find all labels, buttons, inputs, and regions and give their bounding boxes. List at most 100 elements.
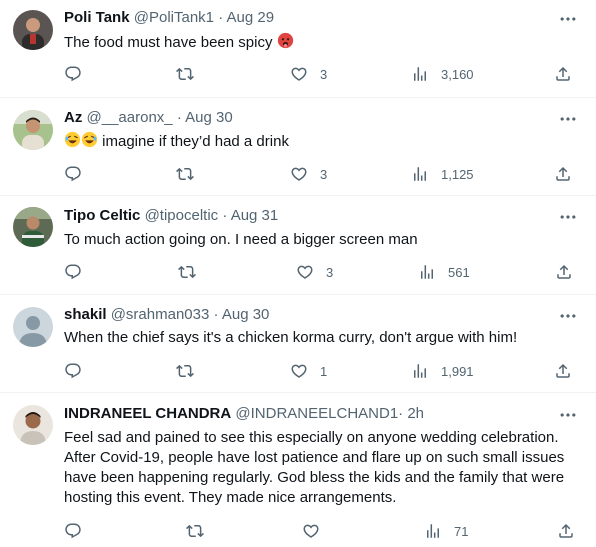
like-icon (290, 362, 308, 380)
reply-text: The food must have been spicy (64, 32, 582, 53)
share-icon (555, 263, 573, 281)
views-button[interactable]: 1,125 (411, 164, 474, 184)
like-button[interactable]: 3 (296, 262, 333, 282)
rolling-laughing-emoji-icon (64, 131, 81, 148)
separator-dot: · (213, 306, 219, 323)
views-icon (418, 263, 436, 281)
reply-text: To much action going on. I need a bigger… (64, 230, 582, 250)
reply-icon (64, 165, 82, 183)
user-name[interactable]: Poli Tank (64, 9, 130, 26)
views-count: 1,991 (441, 363, 474, 379)
views-button[interactable]: 71 (424, 521, 468, 541)
like-icon (302, 522, 320, 540)
separator-dot: · (222, 207, 228, 224)
reply-item[interactable]: shakil @srahman033 · Aug 30 When the chi… (0, 295, 596, 393)
reply-icon (64, 362, 82, 380)
reply-text-content: When the chief says it's a chicken korma… (64, 329, 518, 346)
views-button[interactable]: 561 (418, 262, 470, 282)
user-handle[interactable]: @srahman033 (111, 306, 210, 323)
retweet-button[interactable] (186, 521, 216, 541)
reply-header: shakil @srahman033 · Aug 30 (64, 305, 269, 325)
views-button[interactable]: 3,160 (411, 64, 474, 84)
like-icon (290, 65, 308, 83)
timestamp[interactable]: Aug 31 (231, 207, 279, 224)
reply-button[interactable] (64, 262, 94, 282)
user-handle[interactable]: @tipoceltic (145, 207, 219, 224)
share-button[interactable] (555, 262, 573, 282)
more-icon[interactable] (558, 306, 578, 326)
user-handle[interactable]: @INDRANEELCHAND1 (235, 405, 398, 422)
like-count: 3 (320, 66, 328, 82)
reply-button[interactable] (64, 521, 94, 541)
share-button[interactable] (554, 64, 572, 84)
more-icon[interactable] (558, 109, 578, 129)
separator-dot: · (176, 109, 182, 126)
like-button[interactable]: 1 (290, 361, 327, 381)
views-button[interactable]: 1,991 (411, 361, 474, 381)
reply-item[interactable]: Tipo Celtic @tipoceltic · Aug 31 To much… (0, 196, 596, 295)
reply-header: INDRANEEL CHANDRA @INDRANEELCHAND1· 2h (64, 404, 424, 424)
rolling-laughing-emoji-icon (81, 131, 98, 148)
reply-button[interactable] (64, 164, 94, 184)
action-bar: 71 (54, 521, 584, 541)
like-button[interactable] (302, 521, 332, 541)
timestamp[interactable]: 2h (407, 405, 424, 422)
like-count: 3 (326, 264, 334, 280)
views-count: 71 (454, 523, 469, 539)
retweet-button[interactable] (176, 164, 206, 184)
user-handle[interactable]: @PoliTank1 (134, 9, 214, 26)
user-name[interactable]: shakil (64, 306, 107, 323)
user-handle[interactable]: @__aaronx_ (87, 109, 173, 126)
reply-icon (64, 263, 82, 281)
reply-item[interactable]: INDRANEEL CHANDRA @INDRANEELCHAND1· 2h F… (0, 393, 596, 547)
like-button[interactable]: 3 (290, 164, 327, 184)
timestamp[interactable]: Aug 30 (222, 306, 270, 323)
action-bar: 3 561 (54, 262, 584, 282)
reply-header: Az @__aaronx_ · Aug 30 (64, 108, 233, 128)
more-icon[interactable] (558, 207, 578, 227)
avatar[interactable] (13, 10, 53, 50)
avatar[interactable] (13, 110, 53, 150)
timestamp[interactable]: Aug 30 (185, 109, 233, 126)
reply-item[interactable]: Az @__aaronx_ · Aug 30 imagine if they’d… (0, 98, 596, 196)
share-button[interactable] (554, 361, 572, 381)
views-icon (411, 165, 429, 183)
reply-text-content: Feel sad and pained to see this especial… (64, 429, 565, 506)
retweet-button[interactable] (178, 262, 208, 282)
action-bar: 3 1,125 (54, 164, 584, 184)
like-button[interactable]: 3 (290, 64, 327, 84)
action-bar: 3 3,160 (54, 64, 584, 84)
retweet-button[interactable] (176, 361, 206, 381)
retweet-button[interactable] (176, 64, 206, 84)
like-icon (290, 165, 308, 183)
user-name[interactable]: INDRANEEL CHANDRA (64, 405, 231, 422)
reply-text-content: To much action going on. I need a bigger… (64, 231, 418, 248)
timestamp[interactable]: Aug 29 (227, 9, 275, 26)
reply-button[interactable] (64, 64, 94, 84)
reply-header: Tipo Celtic @tipoceltic · Aug 31 (64, 206, 278, 226)
separator-dot: · (218, 9, 224, 26)
retweet-icon (176, 362, 194, 380)
avatar[interactable] (13, 207, 53, 247)
reply-text: When the chief says it's a chicken korma… (64, 328, 582, 348)
retweet-icon (176, 165, 194, 183)
reply-item[interactable]: Poli Tank @PoliTank1 · Aug 29 The food m… (0, 0, 596, 98)
reply-icon (64, 522, 82, 540)
share-icon (554, 362, 572, 380)
user-name[interactable]: Tipo Celtic (64, 207, 140, 224)
share-button[interactable] (557, 521, 575, 541)
more-icon[interactable] (558, 405, 578, 425)
reply-button[interactable] (64, 361, 94, 381)
user-name[interactable]: Az (64, 109, 82, 126)
share-icon (554, 65, 572, 83)
action-bar: 1 1,991 (54, 361, 584, 381)
avatar[interactable] (13, 307, 53, 347)
share-button[interactable] (554, 164, 572, 184)
share-icon (557, 522, 575, 540)
like-count: 3 (320, 166, 328, 182)
reply-text: Feel sad and pained to see this especial… (64, 428, 584, 508)
separator-dot: · (398, 405, 404, 422)
like-count: 1 (320, 363, 328, 379)
more-icon[interactable] (558, 9, 578, 29)
avatar[interactable] (13, 405, 53, 445)
